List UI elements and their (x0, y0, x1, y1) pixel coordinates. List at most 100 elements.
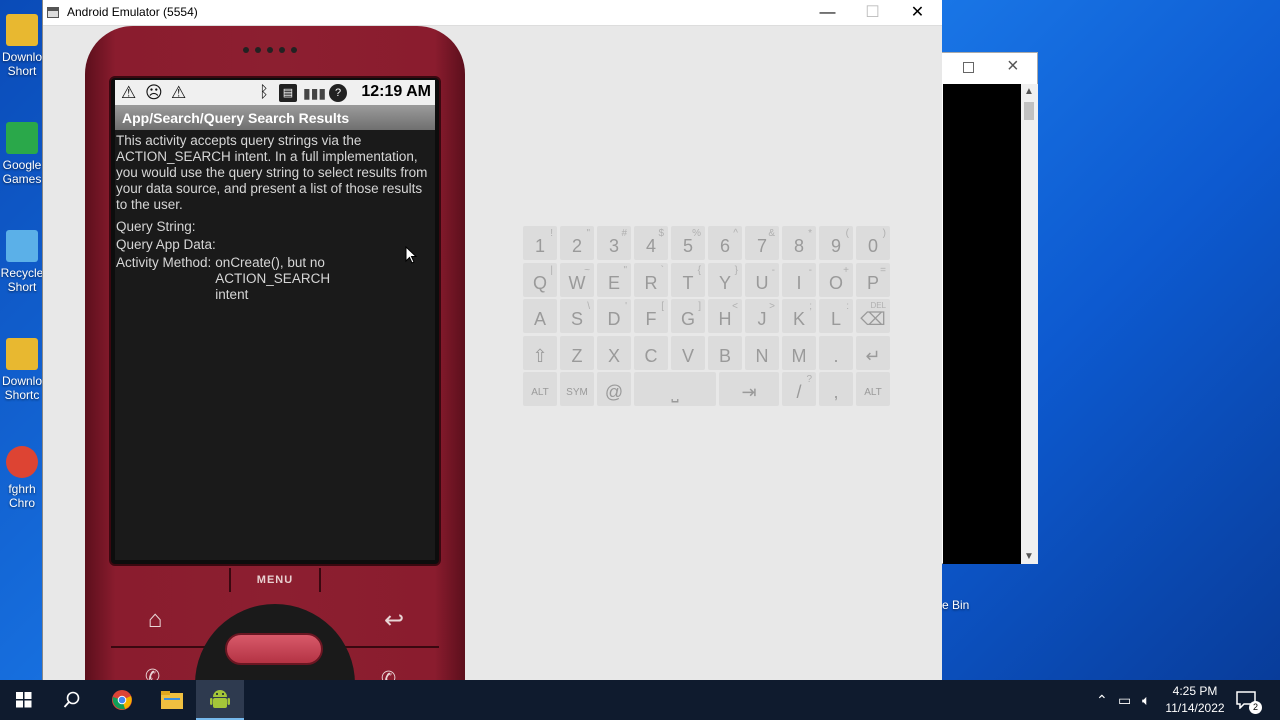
start-button[interactable] (0, 680, 48, 720)
keyboard-key[interactable]: /? (782, 372, 816, 406)
keyboard-key[interactable]: G] (671, 299, 705, 333)
key-alt-label: ( (845, 228, 849, 239)
clock-time: 4:25 PM (1172, 684, 1218, 698)
scrollbar[interactable]: ▲ ▼ (1021, 84, 1038, 564)
keyboard-key[interactable]: ⇧ (523, 335, 557, 370)
keyboard-key[interactable]: E " (597, 262, 631, 297)
key-label: , (833, 382, 839, 402)
key-alt-label: [ (661, 301, 664, 312)
minimize-button[interactable]: — (805, 0, 850, 26)
volume-icon[interactable]: 🔈︎ (1142, 692, 1150, 709)
key-label: 0 (867, 236, 878, 256)
notification-icon[interactable]: 2 (1236, 688, 1262, 714)
keyboard-key[interactable]: B (708, 335, 742, 370)
keyboard-key[interactable]: R ` (634, 262, 668, 297)
keyboard-key[interactable]: 0) (856, 226, 890, 260)
background-window[interactable]: × ▲ ▼ (940, 52, 1038, 564)
home-icon[interactable]: ⌂ (141, 606, 169, 634)
keyboard-key[interactable]: , (819, 372, 853, 406)
keyboard-key[interactable]: H < (708, 299, 742, 333)
trackball[interactable] (225, 633, 323, 665)
search-icon[interactable] (48, 680, 96, 720)
close-button[interactable]: ✕ (895, 0, 940, 26)
network-icon[interactable]: ▭ (1118, 692, 1131, 709)
key-alt-label: $ (658, 228, 664, 239)
phone-screen[interactable]: ⚠ ☹ ⚠ ᛒ ▤ ▮▮▮ ? 12:19 AM App/Search/Quer… (115, 80, 435, 560)
key-alt-label: ~ (584, 264, 590, 276)
emulator-window[interactable]: Android Emulator (5554) — ☐ ✕ ⚠ ☹ ⚠ ᛒ ▤ … (42, 0, 942, 694)
keyboard-key[interactable]: 2 " (560, 226, 594, 260)
keyboard-key[interactable]: P = (856, 262, 890, 297)
emulator-titlebar[interactable]: Android Emulator (5554) — ☐ ✕ (43, 0, 942, 26)
maximize-icon[interactable] (963, 62, 974, 73)
tray-chevron-icon[interactable]: ⌃ (1096, 692, 1108, 709)
keyboard-key[interactable]: T{ (671, 262, 705, 297)
scroll-up-icon[interactable]: ▲ (1024, 86, 1034, 97)
keyboard-key[interactable]: Q | (523, 262, 557, 297)
desktop-icon-downloads-2[interactable]: Downlo Shortc (0, 338, 44, 402)
android-emulator-taskbar-icon[interactable] (196, 680, 244, 720)
screen-bezel: ⚠ ☹ ⚠ ᛒ ▤ ▮▮▮ ? 12:19 AM App/Search/Quer… (109, 76, 441, 566)
chrome-taskbar-icon[interactable] (98, 680, 146, 720)
key-label: ⇥ (741, 382, 757, 402)
maximize-button[interactable]: ☐ (850, 0, 895, 26)
keyboard-key[interactable]: ⇥ (719, 372, 779, 406)
keyboard-key[interactable]: ↵ (856, 335, 890, 370)
scroll-down-icon[interactable]: ▼ (1024, 551, 1034, 562)
desktop-icon-google-games[interactable]: Google Games (0, 122, 44, 186)
key-alt-label: ' (625, 301, 627, 312)
keyboard-key[interactable]: N (745, 335, 779, 370)
menu-button[interactable]: MENU (229, 568, 321, 592)
keyboard-key[interactable]: 6 ^ (708, 226, 742, 260)
query-string-row: Query String: (116, 219, 431, 235)
speaker-grille (243, 40, 307, 53)
keyboard-key[interactable]: @ (597, 372, 631, 406)
keyboard-key[interactable]: D ' (597, 299, 631, 333)
keyboard-key[interactable]: 3 # (597, 226, 631, 260)
keyboard-key[interactable]: U- (745, 262, 779, 297)
key-label: L (830, 309, 841, 329)
keyboard-key[interactable]: I- (782, 262, 816, 297)
keyboard-key[interactable]: O + (819, 262, 853, 297)
keyboard-key[interactable]: V (671, 335, 705, 370)
keyboard-key[interactable]: 5% (671, 226, 705, 260)
keyboard-key[interactable]: X (597, 335, 631, 370)
scrollbar-thumb[interactable] (1024, 102, 1034, 120)
keyboard-key[interactable]: Z (560, 335, 594, 370)
back-icon[interactable]: ↩ (380, 606, 408, 634)
keyboard-key[interactable]: 8 * (782, 226, 816, 260)
keyboard-key[interactable]: ALT (523, 372, 557, 406)
keyboard-key[interactable]: J > (745, 299, 779, 333)
desktop-icon-label: Downlo (1, 50, 43, 64)
desktop-icon-chrome[interactable]: fghrh Chro (0, 446, 44, 510)
file-explorer-icon[interactable] (148, 680, 196, 720)
desktop-icon-recycle[interactable]: Recycle Short (0, 230, 44, 294)
keyboard-key[interactable]: ⎵ (634, 372, 716, 406)
keyboard-key[interactable]: A (523, 299, 557, 333)
query-string-label: Query String: (116, 219, 196, 234)
keyboard-key[interactable]: F[ (634, 299, 668, 333)
desktop-icon-downloads[interactable]: Downlo Short (0, 14, 44, 78)
keyboard-key[interactable]: 9( (819, 226, 853, 260)
key-label: 3 (608, 236, 619, 256)
keyboard-key[interactable]: 4 $ (634, 226, 668, 260)
activity-description: This activity accepts query strings via … (116, 133, 428, 212)
keyboard-key[interactable]: C (634, 335, 668, 370)
keyboard-key[interactable]: L: (819, 299, 853, 333)
keyboard-key[interactable]: Y} (708, 262, 742, 297)
keyboard-key[interactable]: ALT (856, 372, 890, 406)
keyboard-key[interactable]: ⌫ DEL (856, 299, 890, 333)
keyboard-key[interactable]: S \ (560, 299, 594, 333)
keyboard-key[interactable]: SYM (560, 372, 594, 406)
keyboard-key[interactable]: K; (782, 299, 816, 333)
close-icon[interactable]: × (1007, 55, 1019, 78)
phone-skin: ⚠ ☹ ⚠ ᛒ ▤ ▮▮▮ ? 12:19 AM App/Search/Quer… (85, 26, 465, 694)
taskbar-clock[interactable]: 4:25 PM 11/14/2022 (1158, 683, 1232, 717)
keyboard-key[interactable]: 7 & (745, 226, 779, 260)
keyboard-key[interactable]: M (782, 335, 816, 370)
keyboard-key[interactable]: 1! (523, 226, 557, 260)
keyboard-key[interactable]: . (819, 335, 853, 370)
keyboard-key[interactable]: W ~ (560, 262, 594, 297)
key-alt-label: * (808, 228, 812, 239)
key-alt-label: # (621, 228, 627, 239)
